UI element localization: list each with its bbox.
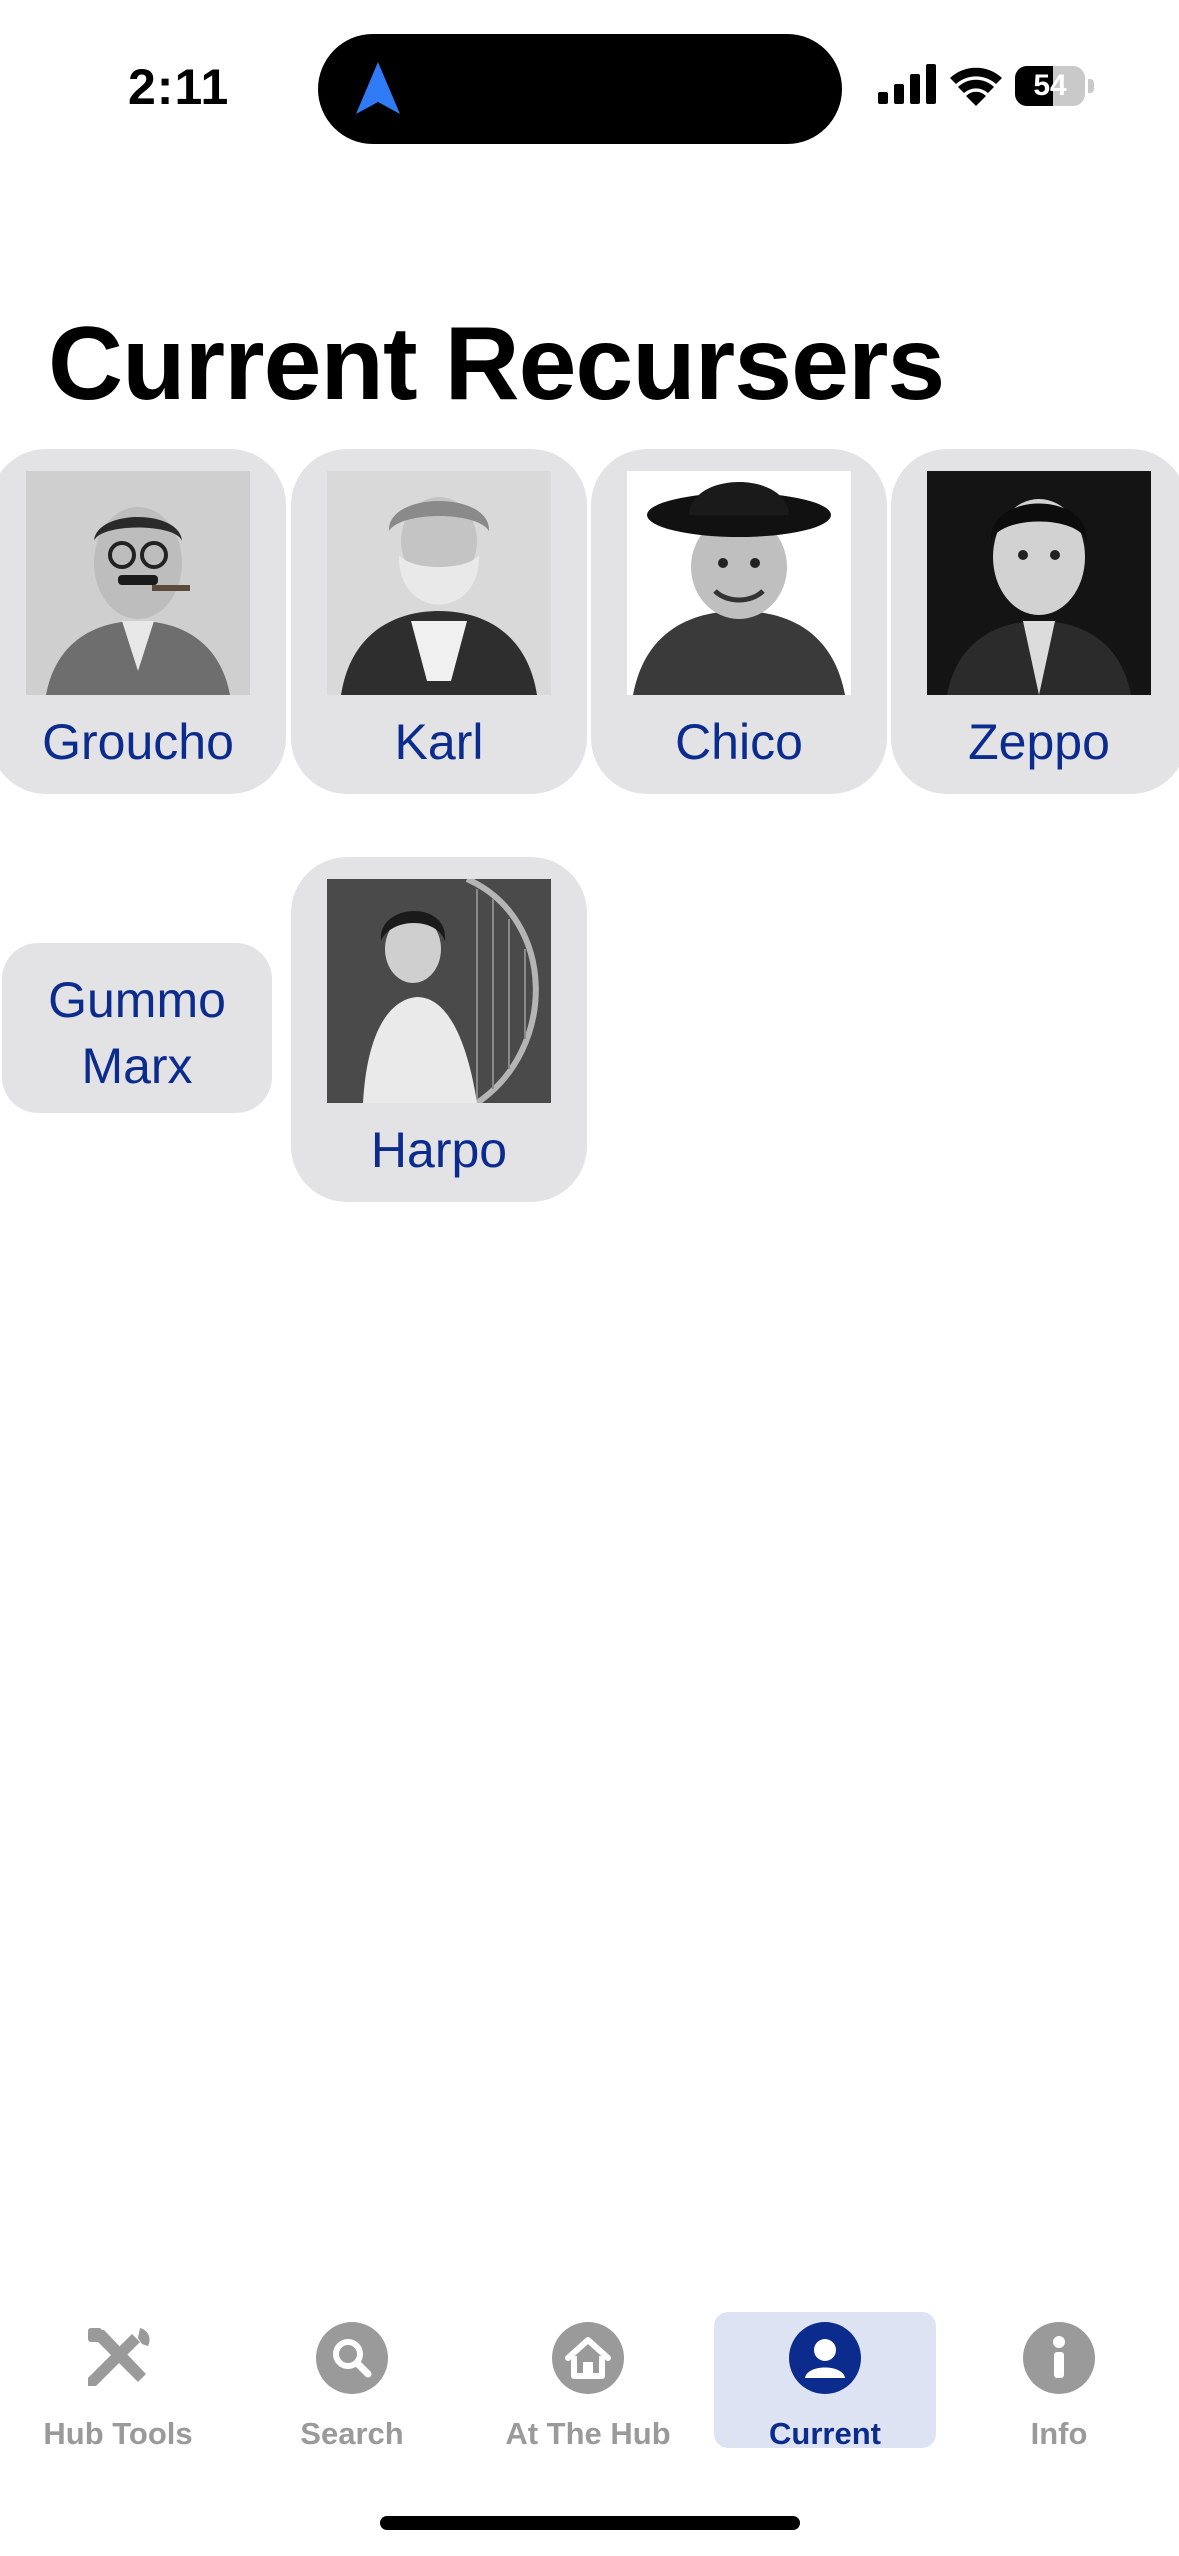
page-title: Current Recursers bbox=[48, 306, 945, 422]
tab-label: Hub Tools bbox=[43, 2416, 193, 2451]
tab-at-the-hub[interactable]: At The Hub bbox=[477, 2312, 699, 2451]
recurser-name: Karl bbox=[394, 714, 484, 770]
battery-indicator: 54 bbox=[1015, 66, 1095, 106]
house-icon bbox=[552, 2322, 624, 2394]
tab-search[interactable]: Search bbox=[241, 2312, 463, 2451]
recurser-name: Groucho bbox=[42, 714, 234, 770]
cellular-signal-icon bbox=[878, 64, 936, 104]
person-icon bbox=[789, 2322, 861, 2394]
groucho-photo bbox=[26, 471, 250, 695]
search-icon bbox=[316, 2322, 388, 2394]
recurser-name: Harpo bbox=[370, 1122, 508, 1178]
status-time: 2:11 bbox=[128, 59, 230, 115]
wifi-icon bbox=[950, 67, 1002, 106]
recurser-card-harpo[interactable]: Harpo bbox=[291, 857, 587, 1202]
tab-current[interactable]: Current bbox=[714, 2312, 936, 2451]
battery-percent: 54 bbox=[1033, 69, 1067, 102]
recurser-card-chico[interactable]: Chico bbox=[591, 449, 887, 794]
recurser-name: Zeppo bbox=[968, 714, 1110, 770]
harpo-photo bbox=[327, 879, 551, 1103]
recurser-name: Gummo Marx bbox=[48, 972, 226, 1094]
location-arrow-icon bbox=[356, 62, 400, 114]
recurser-card-karl[interactable]: Karl bbox=[291, 449, 587, 794]
recurser-card-gummo[interactable]: Gummo Marx bbox=[2, 943, 272, 1113]
tab-label: At The Hub bbox=[505, 2416, 671, 2451]
recurser-card-zeppo[interactable]: Zeppo bbox=[891, 449, 1179, 794]
recurser-name: Chico bbox=[675, 714, 803, 770]
tab-label: Current bbox=[769, 2416, 881, 2451]
dynamic-island bbox=[318, 34, 842, 144]
karl-photo bbox=[327, 471, 551, 695]
info-icon bbox=[1023, 2322, 1095, 2394]
recurser-card-groucho[interactable]: Groucho bbox=[0, 449, 286, 794]
tab-label: Search bbox=[300, 2416, 404, 2451]
tab-label: Info bbox=[1030, 2416, 1088, 2451]
chico-photo bbox=[627, 471, 851, 695]
zeppo-photo bbox=[927, 471, 1151, 695]
home-indicator[interactable] bbox=[380, 2516, 800, 2530]
tools-icon bbox=[88, 2328, 150, 2386]
tab-hub-tools[interactable]: Hub Tools bbox=[7, 2312, 229, 2451]
tab-info[interactable]: Info bbox=[948, 2312, 1170, 2451]
